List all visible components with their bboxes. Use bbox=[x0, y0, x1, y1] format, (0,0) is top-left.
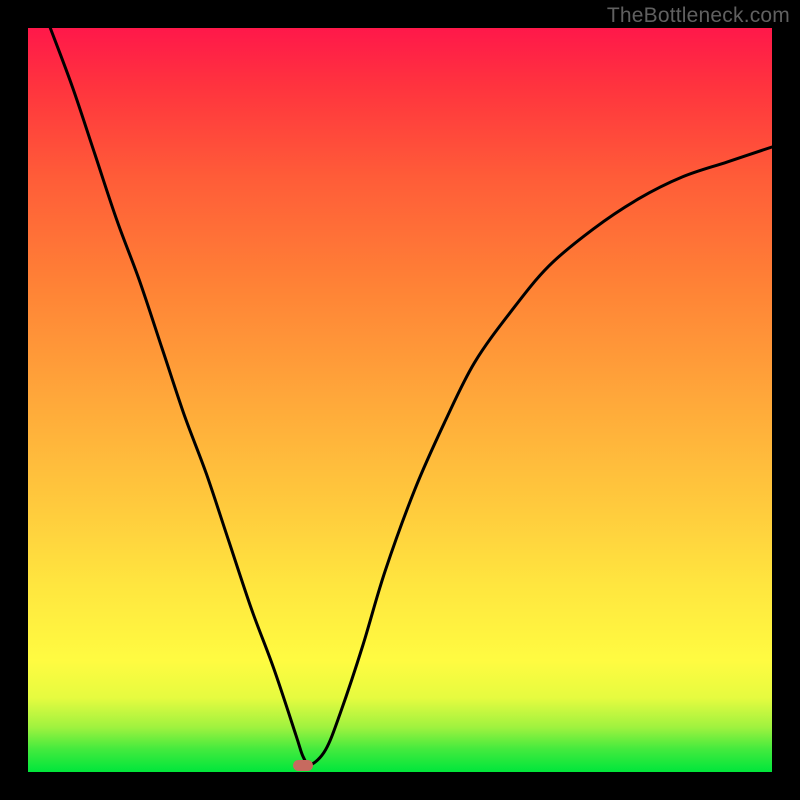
chart-canvas: TheBottleneck.com bbox=[0, 0, 800, 800]
bottleneck-curve bbox=[28, 28, 772, 772]
minimum-marker bbox=[293, 760, 313, 771]
plot-area bbox=[28, 28, 772, 772]
watermark-text: TheBottleneck.com bbox=[607, 4, 790, 28]
